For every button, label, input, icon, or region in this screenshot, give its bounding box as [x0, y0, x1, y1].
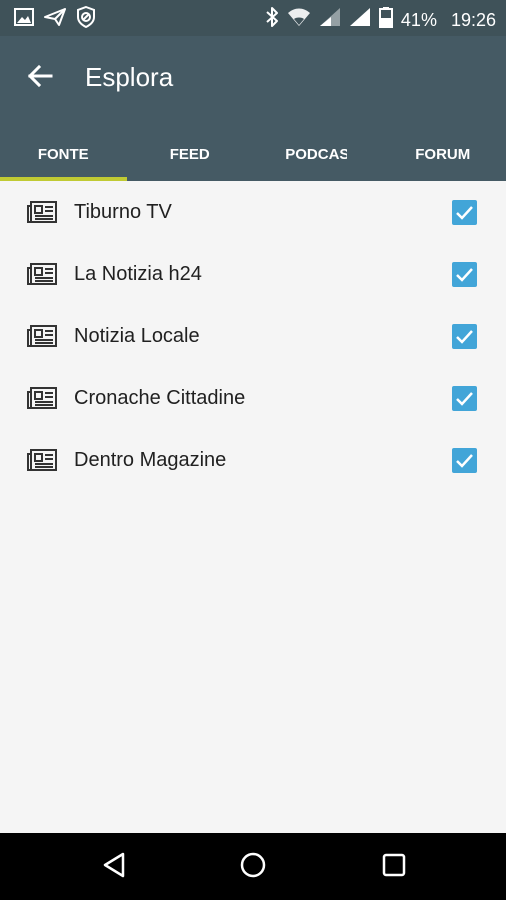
tab-feed[interactable]: FEED: [127, 128, 254, 181]
app-bar: Esplora FONTE FEED PODCAST FORUM: [0, 36, 506, 181]
tab-fonte[interactable]: FONTE: [0, 128, 127, 181]
source-label: Cronache Cittadine: [74, 387, 246, 409]
source-checkbox[interactable]: [452, 262, 477, 287]
source-checkbox[interactable]: [452, 200, 477, 225]
newspaper-icon: [27, 325, 57, 347]
battery-percentage: 41%: [400, 9, 437, 30]
list-item[interactable]: Dentro Magazine: [0, 429, 506, 491]
tab-label: FONTE: [37, 146, 89, 163]
source-checkbox[interactable]: [452, 324, 477, 349]
status-bar: 41% 19:26: [0, 0, 506, 36]
source-label: Dentro Magazine: [74, 449, 227, 471]
source-label: Notizia Locale: [74, 325, 200, 347]
list-item[interactable]: La Notizia h24: [0, 243, 506, 305]
signal-icon: [349, 7, 371, 32]
navigation-bar: [0, 833, 506, 900]
source-label: Tiburno TV: [74, 201, 172, 223]
source-checkbox[interactable]: [452, 448, 477, 473]
tab-label: PODCAST: [285, 146, 348, 163]
page-title: Esplora: [85, 62, 174, 92]
home-circle-icon: [239, 851, 267, 884]
nav-home-button[interactable]: [235, 849, 271, 885]
list-item[interactable]: Cronache Cittadine: [0, 367, 506, 429]
wifi-icon: [287, 7, 311, 32]
check-icon: [456, 329, 473, 344]
nav-back-button[interactable]: [96, 849, 132, 885]
list-item[interactable]: Tiburno TV: [0, 181, 506, 243]
check-icon: [456, 205, 473, 220]
newspaper-icon: [27, 263, 57, 285]
check-icon: [456, 453, 473, 468]
list-item[interactable]: Notizia Locale: [0, 305, 506, 367]
send-icon: [44, 7, 66, 32]
newspaper-icon: [27, 387, 57, 409]
source-label: La Notizia h24: [74, 263, 202, 285]
bluetooth-icon: [265, 6, 279, 33]
clock: 19:26: [450, 9, 496, 30]
source-checkbox[interactable]: [452, 386, 477, 411]
battery-icon: [378, 6, 393, 33]
shield-icon: [76, 5, 96, 33]
tab-forum[interactable]: FORUM: [380, 128, 506, 181]
tab-podcast[interactable]: PODCAST: [253, 128, 380, 181]
back-button[interactable]: [20, 58, 60, 98]
system-icons: 41% 19:26: [265, 6, 496, 33]
tab-label: FEED: [169, 146, 210, 163]
newspaper-icon: [27, 449, 57, 471]
image-icon: [14, 7, 34, 32]
check-icon: [456, 391, 473, 406]
tab-bar: FONTE FEED PODCAST FORUM: [0, 128, 506, 181]
nav-recents-button[interactable]: [376, 849, 412, 885]
sources-list: Tiburno TV La Notizia h24 Notizia Locale…: [0, 181, 506, 833]
back-triangle-icon: [101, 851, 127, 884]
notification-icons: [14, 5, 96, 33]
newspaper-icon: [27, 201, 57, 223]
arrow-back-icon: [27, 64, 53, 93]
tab-label: FORUM: [415, 146, 471, 163]
check-icon: [456, 267, 473, 282]
signal-icon: [319, 7, 341, 32]
recents-square-icon: [381, 852, 407, 883]
